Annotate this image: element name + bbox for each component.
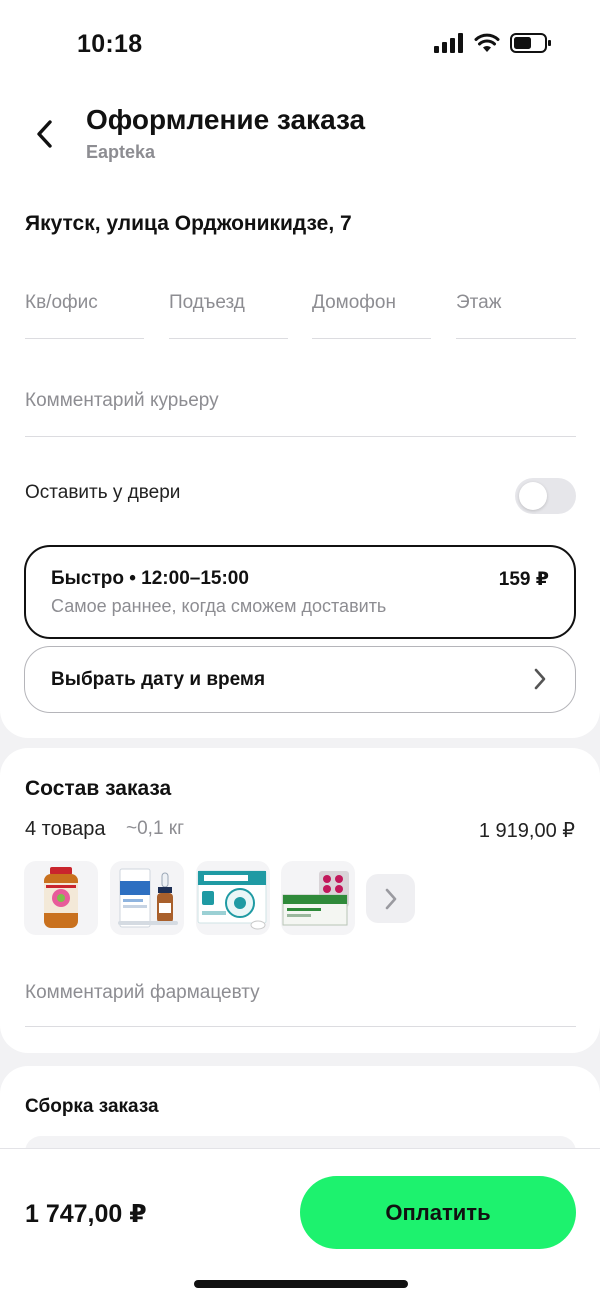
pick-date-time-label: Выбрать дату и время	[51, 669, 266, 690]
wifi-icon	[474, 33, 500, 52]
status-bar: 10:18	[0, 0, 600, 90]
tablets-box-image	[282, 871, 349, 926]
back-button[interactable]	[22, 112, 66, 156]
product-thumbnail-1[interactable]	[24, 861, 98, 935]
page-subtitle: Eapteka	[86, 142, 156, 162]
signal-icon	[434, 33, 463, 53]
pick-date-time-button[interactable]: Выбрать дату и время	[24, 646, 576, 713]
fast-delivery-description: Самое раннее, когда сможем доставить	[51, 596, 387, 616]
order-total: 1 919,00 ₽	[478, 820, 575, 842]
intercom-field[interactable]: Домофон	[312, 280, 431, 339]
pharmacist-comment-placeholder: Комментарий фармацевту	[25, 982, 260, 1003]
floor-placeholder: Этаж	[456, 292, 502, 313]
apartment-field[interactable]: Кв/офис	[25, 280, 144, 339]
courier-comment-field[interactable]: Комментарий курьеру	[25, 378, 576, 437]
pharmacist-comment-field[interactable]: Комментарий фармацевту	[25, 967, 576, 1027]
entrance-placeholder: Подъезд	[169, 292, 245, 313]
toggle-knob	[519, 482, 547, 510]
status-time: 10:18	[77, 30, 143, 58]
fast-delivery-option[interactable]: Быстро • 12:00–15:00 159 ₽ Самое раннее,…	[24, 545, 576, 639]
checkout-bottom-bar: 1 747,00 ₽ Оплатить	[0, 1148, 600, 1300]
vitamin-bottle-image	[44, 867, 78, 928]
checkout-form: Оформление заказа Eapteka Якутск, улица …	[0, 90, 600, 738]
floor-field[interactable]: Этаж	[456, 280, 576, 339]
courier-comment-placeholder: Комментарий курьеру	[25, 390, 219, 411]
fast-delivery-price: 159 ₽	[498, 569, 549, 590]
leave-at-door-label: Оставить у двери	[25, 482, 181, 503]
chevron-left-icon	[37, 120, 52, 148]
order-contents-title: Состав заказа	[25, 777, 172, 800]
product-thumbnail-4[interactable]	[281, 861, 355, 935]
more-products-button[interactable]	[366, 874, 415, 923]
medicine-box-image	[197, 870, 267, 930]
chevron-right-icon	[534, 668, 546, 690]
leave-at-door-toggle[interactable]	[515, 478, 576, 514]
delivery-address[interactable]: Якутск, улица Орджоникидзе, 7	[25, 212, 352, 236]
product-thumbnail-3[interactable]	[196, 861, 270, 935]
home-indicator	[194, 1280, 408, 1288]
page-title: Оформление заказа	[86, 104, 366, 135]
entrance-field[interactable]: Подъезд	[169, 280, 288, 339]
payment-total: 1 747,00 ₽	[25, 1200, 147, 1228]
battery-icon	[510, 33, 551, 53]
pay-button[interactable]: Оплатить	[300, 1176, 576, 1249]
intercom-placeholder: Домофон	[312, 292, 396, 313]
product-thumbnail-2[interactable]	[110, 861, 184, 935]
nasal-spray-image	[118, 868, 178, 928]
order-weight: ~0,1 кг	[126, 818, 185, 839]
status-icons	[434, 33, 552, 53]
fast-delivery-title: Быстро • 12:00–15:00	[51, 568, 249, 589]
order-assembly-title: Сборка заказа	[25, 1096, 159, 1117]
order-item-count: 4 товара	[25, 818, 106, 840]
apartment-placeholder: Кв/офис	[25, 292, 98, 313]
order-contents-card: Состав заказа 4 товара ~0,1 кг 1 919,00 …	[0, 748, 600, 1053]
chevron-right-icon	[385, 888, 396, 909]
